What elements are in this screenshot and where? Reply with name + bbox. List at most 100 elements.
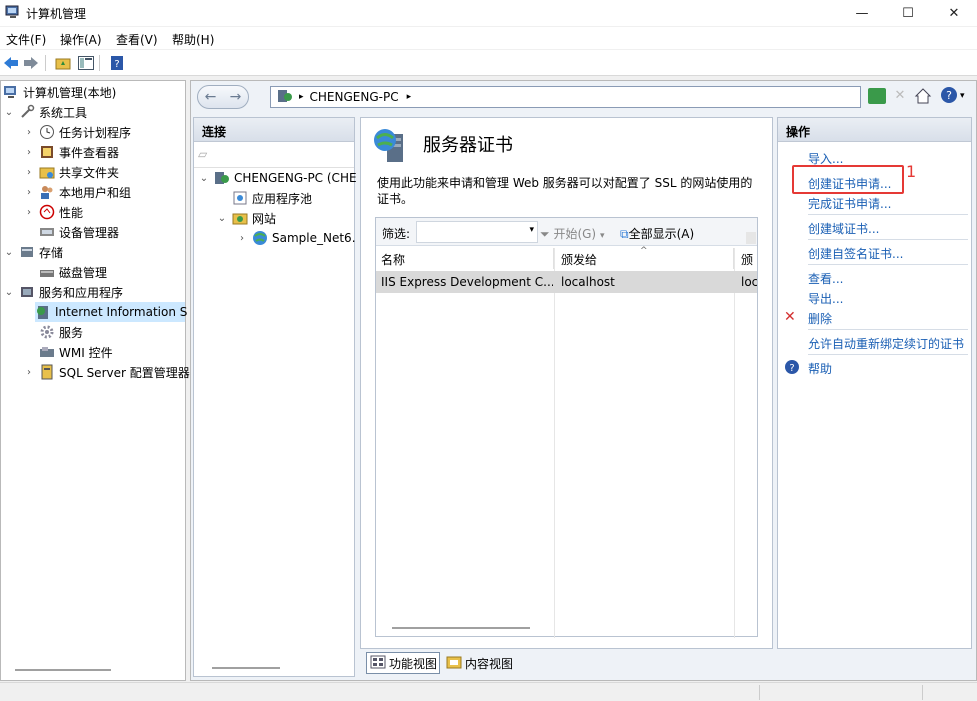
menu-help[interactable]: 帮助(H) <box>172 31 214 48</box>
tree-item-shared-folders[interactable]: › 共享文件夹 <box>23 162 119 182</box>
folder-up-icon[interactable] <box>54 54 72 72</box>
tree-item-task-scheduler[interactable]: › 任务计划程序 <box>23 122 131 142</box>
tree-item-storage[interactable]: ⌄ 存储 <box>3 242 63 262</box>
funnel-icon: ⏷ <box>540 227 550 241</box>
status-bar <box>0 682 977 701</box>
show-all-icon: ⧉ <box>620 227 629 241</box>
users-icon <box>39 184 55 200</box>
horizontal-scrollbar[interactable] <box>212 667 280 669</box>
tree-item-system-tools[interactable]: ⌄ 系统工具 <box>3 102 87 122</box>
action-delete[interactable]: 删除 <box>808 310 832 327</box>
refresh-icon[interactable] <box>868 88 886 104</box>
tree-item-wmi[interactable]: WMI 控件 <box>39 342 113 362</box>
svg-text:?: ? <box>946 89 952 102</box>
breadcrumb-sep[interactable]: ▸ <box>407 92 412 102</box>
nav-back-forward[interactable]: ← → <box>197 85 249 109</box>
tree-item-disk-management[interactable]: 磁盘管理 <box>39 262 107 282</box>
tab-label: 内容视图 <box>465 656 514 671</box>
chevron-right-icon[interactable]: › <box>23 367 35 378</box>
tree-item-sql-server[interactable]: › SQL Server 配置管理器 <box>23 362 190 382</box>
address-bar[interactable]: ▸ CHENGENG-PC ▸ <box>270 86 861 108</box>
action-auto-rebind[interactable]: 允许自动重新绑定续订的证书 <box>808 335 964 352</box>
tree-item-performance[interactable]: › 性能 <box>23 202 83 222</box>
grid-horizontal-scrollbar[interactable] <box>392 627 530 629</box>
tree-item-event-viewer[interactable]: › 事件查看器 <box>23 142 119 162</box>
chevron-right-icon[interactable]: › <box>23 207 35 218</box>
action-export[interactable]: 导出... <box>808 290 843 307</box>
tab-content-view[interactable]: 内容视图 <box>444 652 518 674</box>
chevron-down-icon[interactable]: ⌄ <box>3 287 15 298</box>
home-icon[interactable] <box>914 87 932 105</box>
server-icon <box>214 170 230 186</box>
console-tree: 计算机管理(本地) ⌄ 系统工具 › 任务计划程序 › 事件查看器 › 共享文件… <box>0 80 190 681</box>
conn-sites[interactable]: ⌄ 网站 <box>216 208 276 228</box>
tree-item-local-users[interactable]: › 本地用户和组 <box>23 182 131 202</box>
conn-site-sample[interactable]: › Sample_Net6. <box>236 228 356 248</box>
chevron-down-icon[interactable]: ⌄ <box>198 173 210 184</box>
grid-menu-icon[interactable] <box>746 232 756 244</box>
conn-server[interactable]: ⌄ CHENGENG-PC (CHE <box>198 168 357 188</box>
show-hide-tree-icon[interactable] <box>77 54 95 72</box>
chevron-right-icon[interactable]: › <box>23 147 35 158</box>
actions-header: 操作 <box>778 118 971 142</box>
horizontal-scrollbar[interactable] <box>15 669 111 671</box>
help-circle-icon[interactable]: ? <box>940 86 958 107</box>
tree-item-services[interactable]: 服务 <box>39 322 83 342</box>
chevron-right-icon[interactable]: › <box>236 233 248 244</box>
help-circle-icon: ? <box>784 359 800 378</box>
start-button[interactable]: ⏷ 开始(G) ▾ <box>540 225 604 242</box>
chevron-down-icon[interactable]: ⌄ <box>3 107 15 118</box>
stop-icon[interactable]: ✕ <box>892 88 908 104</box>
column-name[interactable]: 名称 <box>376 248 554 269</box>
chevron-right-icon[interactable]: › <box>23 127 35 138</box>
conn-label: CHENGENG-PC (CHE <box>234 171 357 185</box>
shared-folder-icon <box>39 164 55 180</box>
breadcrumb-server[interactable]: CHENGENG-PC <box>310 90 399 104</box>
help-book-icon[interactable]: ? <box>108 54 126 72</box>
chevron-down-icon[interactable]: ▾ <box>960 91 965 101</box>
maximize-button[interactable]: ☐ <box>885 0 931 26</box>
chevron-right-icon[interactable]: › <box>23 167 35 178</box>
server-icon <box>277 89 293 106</box>
action-help[interactable]: 帮助 <box>808 360 832 377</box>
menu-file[interactable]: 文件(F) <box>6 31 46 48</box>
annotation-number: 1 <box>906 162 917 181</box>
svg-text:?: ? <box>789 363 794 374</box>
show-all-button[interactable]: ⧉全部显示(A) <box>620 225 694 242</box>
tab-label: 功能视图 <box>389 656 438 671</box>
forward-arrow-icon[interactable]: → <box>230 89 242 105</box>
tree-item-iis[interactable]: Internet Information S <box>35 302 187 322</box>
action-create-self-signed-cert[interactable]: 创建自签名证书... <box>808 245 903 262</box>
filter-input[interactable]: ▾ <box>416 221 538 243</box>
breadcrumb-sep: ▸ <box>299 92 304 102</box>
close-button[interactable]: ✕ <box>931 0 977 26</box>
chevron-down-icon[interactable]: ▾ <box>529 225 534 235</box>
conn-label: 应用程序池 <box>252 191 313 206</box>
back-arrow-icon[interactable]: ← <box>205 89 217 105</box>
column-issued-by[interactable]: 颁发 <box>736 248 757 269</box>
tree-label: 存储 <box>39 245 64 260</box>
forward-arrow-icon[interactable] <box>22 54 40 72</box>
action-complete-cert-request[interactable]: 完成证书申请... <box>808 195 891 212</box>
help-dropdown[interactable]: ? ▾ <box>940 86 970 106</box>
show-all-label: 全部显示(A) <box>628 227 695 241</box>
action-create-domain-cert[interactable]: 创建域证书... <box>808 220 879 237</box>
tree-item-services-apps[interactable]: ⌄ 服务和应用程序 <box>3 282 123 302</box>
menu-action[interactable]: 操作(A) <box>60 31 102 48</box>
minimize-button[interactable]: — <box>839 0 885 26</box>
conn-app-pools[interactable]: 应用程序池 <box>232 188 312 208</box>
chevron-down-icon[interactable]: ⌄ <box>216 213 228 224</box>
connect-icon[interactable]: ▱ <box>198 147 207 161</box>
tree-item-device-manager[interactable]: 设备管理器 <box>39 222 119 242</box>
chevron-right-icon[interactable]: › <box>23 187 35 198</box>
menu-view[interactable]: 查看(V) <box>116 31 158 48</box>
tree-root[interactable]: 计算机管理(本地) <box>3 82 116 102</box>
tab-features-view[interactable]: 功能视图 <box>366 652 440 674</box>
action-view[interactable]: 查看... <box>808 270 843 287</box>
connections-toolbar: ▱ <box>194 142 354 168</box>
chevron-down-icon[interactable]: ⌄ <box>3 247 15 258</box>
actions-pane: 操作 导入... 创建证书申请... 完成证书申请... 创建域证书... 创建… <box>777 117 972 649</box>
back-arrow-icon[interactable] <box>2 54 20 72</box>
chevron-down-icon[interactable]: ▾ <box>600 231 605 241</box>
conn-label: 网站 <box>252 211 277 226</box>
